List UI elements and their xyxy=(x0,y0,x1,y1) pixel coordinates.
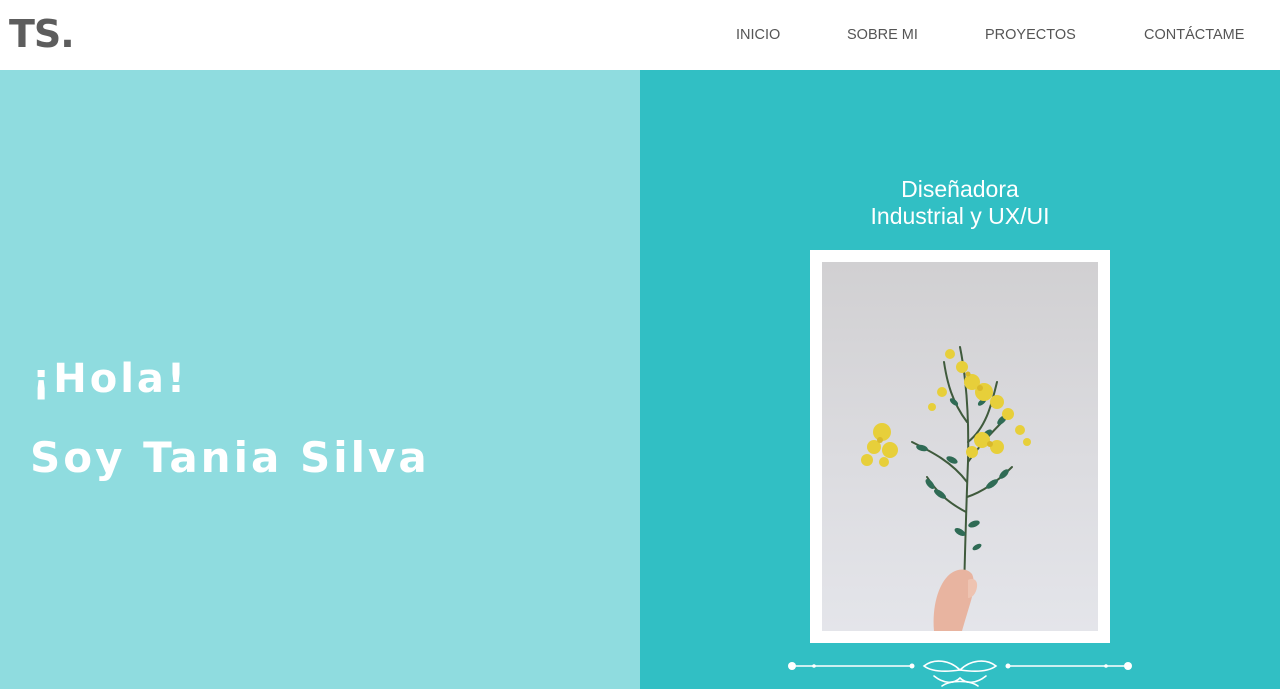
nav-link-proyectos[interactable]: PROYECTOS xyxy=(985,26,1076,44)
hero-left-panel: ¡Hola! Soy Tania Silva xyxy=(0,70,640,689)
profile-photo-frame xyxy=(810,250,1110,643)
logo[interactable]: TS. xyxy=(9,10,75,58)
profile-photo xyxy=(822,262,1098,631)
hero-subtitle: Diseñadora Industrial y UX/UI xyxy=(640,176,1280,230)
nav-link-sobre-mi[interactable]: SOBRE MI xyxy=(847,26,918,44)
nav-link-inicio[interactable]: INICIO xyxy=(736,26,780,44)
site-header: TS. INICIO SOBRE MI PROYECTOS CONTÁCTAME xyxy=(0,0,1280,70)
hero-greeting: ¡Hola! xyxy=(32,356,189,402)
nav-link-contactame[interactable]: CONTÁCTAME xyxy=(1144,26,1244,44)
decorative-flourish-divider-icon xyxy=(784,658,1136,689)
hero-subtitle-line-1: Diseñadora xyxy=(901,176,1019,202)
hero-right-panel: Diseñadora Industrial y UX/UI xyxy=(640,70,1280,689)
hero-name: Soy Tania Silva xyxy=(30,433,430,482)
hero-subtitle-line-2: Industrial y UX/UI xyxy=(870,203,1050,229)
